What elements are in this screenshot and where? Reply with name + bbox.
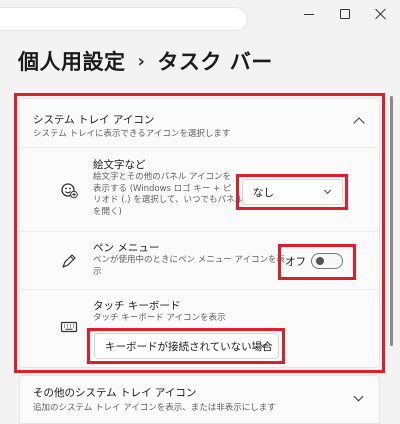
close-icon bbox=[375, 8, 387, 20]
pen-toggle[interactable] bbox=[311, 253, 343, 269]
setting-row-pen: ペン メニュー ペンが使用中のときにペン メニュー アイコンを表 示 オフ bbox=[20, 231, 379, 289]
pen-description-line: 示 bbox=[93, 266, 102, 277]
emoji-panel-icon bbox=[60, 181, 78, 199]
close-button[interactable] bbox=[364, 0, 398, 28]
emoji-title: 絵文字など bbox=[93, 159, 146, 171]
emoji-description-line: リオド (.) を選択して、いつでもパネル bbox=[93, 195, 244, 205]
system-tray-panel: システム トレイ アイコン システム トレイに表示できるアイコンを選択します 絵… bbox=[19, 98, 380, 368]
emoji-description-line: を開く) bbox=[93, 206, 122, 217]
breadcrumb: 個人用設定 › タスク バー bbox=[18, 46, 273, 76]
breadcrumb-separator: › bbox=[137, 50, 146, 72]
touch-keyboard-title: タッチ キーボード bbox=[93, 300, 181, 312]
emoji-description-line: 絵文字とその他のパネル アイコンを bbox=[93, 172, 232, 182]
pen-description-line: ペンが使用中のときにペン メニュー アイコンを表 bbox=[93, 255, 285, 265]
emoji-dropdown[interactable]: なし bbox=[242, 179, 343, 205]
pen-toggle-label: オフ bbox=[285, 256, 306, 268]
other-tray-icons-card[interactable]: その他のシステム トレイ アイコン 追加のシステム トレイ アイコンを表示、また… bbox=[19, 375, 380, 424]
page-title: タスク バー bbox=[157, 50, 273, 74]
pen-description: ペンが使用中のときにペン メニュー アイコンを表 示 bbox=[93, 255, 285, 278]
emoji-description: 絵文字とその他のパネル アイコンを 表示する (Windows ロゴ キー + … bbox=[93, 172, 243, 218]
keyboard-icon bbox=[60, 318, 78, 336]
setting-row-emoji: 絵文字など 絵文字とその他のパネル アイコンを 表示する (Windows ロゴ… bbox=[20, 147, 379, 231]
maximize-icon bbox=[340, 9, 350, 19]
minimize-button[interactable] bbox=[292, 0, 326, 28]
chevron-down-icon bbox=[323, 186, 332, 195]
touch-keyboard-dropdown[interactable]: キーボードが接続されていない場合 bbox=[94, 333, 279, 359]
other-tray-description: 追加のシステム トレイ アイコンを表示、または非表示にします bbox=[33, 403, 276, 413]
system-tray-description: システム トレイに表示できるアイコンを選択します bbox=[33, 129, 231, 139]
title-bar bbox=[0, 0, 400, 32]
minimize-icon bbox=[304, 13, 314, 15]
toggle-knob bbox=[316, 257, 324, 265]
pen-icon bbox=[60, 252, 78, 270]
chevron-down-icon[interactable] bbox=[353, 391, 364, 402]
pen-title: ペン メニュー bbox=[93, 242, 160, 254]
setting-row-touch-keyboard: タッチ キーボード タッチ キーボード アイコンを表示 キーボードが接続されてい… bbox=[20, 289, 379, 369]
touch-keyboard-description: タッチ キーボード アイコンを表示 bbox=[93, 313, 225, 325]
other-tray-title: その他のシステム トレイ アイコン bbox=[33, 387, 197, 399]
scrollbar[interactable] bbox=[390, 96, 393, 346]
maximize-button[interactable] bbox=[328, 0, 362, 28]
chevron-up-icon[interactable] bbox=[353, 117, 365, 129]
emoji-dropdown-value: なし bbox=[253, 186, 274, 199]
emoji-description-line: 表示する (Windows ロゴ キー + ピ bbox=[93, 183, 232, 194]
touch-keyboard-description-line: タッチ キーボード アイコンを表示 bbox=[93, 313, 226, 323]
touch-keyboard-dropdown-value: キーボードが接続されていない場合 bbox=[105, 340, 273, 353]
system-tray-header[interactable]: システム トレイ アイコン システム トレイに表示できるアイコンを選択します bbox=[20, 99, 379, 147]
breadcrumb-personalization[interactable]: 個人用設定 bbox=[18, 46, 126, 76]
system-tray-title: システム トレイ アイコン bbox=[33, 114, 155, 126]
search-box[interactable] bbox=[0, 7, 248, 31]
